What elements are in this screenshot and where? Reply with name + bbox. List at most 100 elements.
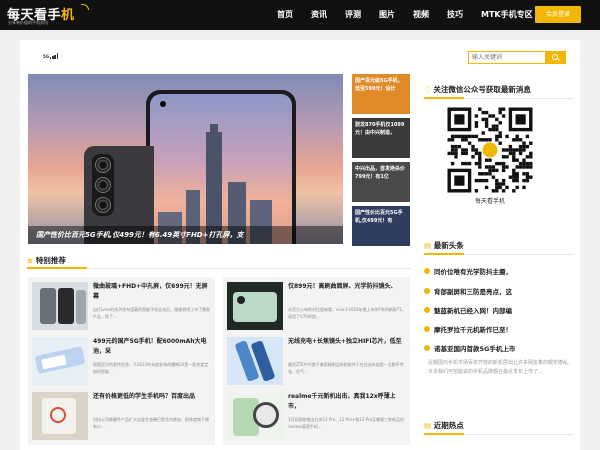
card-title[interactable]: realme千元新机出击，真我12x呼薄上市， (288, 392, 406, 412)
search-icon-handle (557, 58, 560, 62)
phone-screen (150, 94, 292, 244)
qr-label: 每天看手机 (475, 197, 505, 205)
wechat-title-text: 关注微信公众号获取最新消息 (433, 85, 531, 94)
headline-text[interactable]: 背部副屏和三防是亮点，这 (434, 286, 512, 296)
headline-text[interactable]: 同价位唯有光学防抖主摄， (434, 266, 512, 276)
headline-text[interactable]: 魅蓝新机已经入网！内部编 (434, 305, 512, 315)
camera-ring-icon (50, 407, 66, 423)
hero-side-item[interactable]: 国产性价比百元5G手机,仅499元！有 (352, 206, 410, 246)
headline-item[interactable]: 魅蓝新机已经入网！内部编 (424, 304, 574, 316)
headline-item[interactable]: 诺基亚国内首款5G手机上市 (424, 342, 574, 354)
section-underline (424, 433, 464, 435)
camera-lens-icon (95, 157, 111, 173)
nav-item-tips[interactable]: 技巧 (438, 0, 472, 30)
phone-shape (58, 288, 74, 324)
signal-badge: 5G (43, 53, 59, 59)
card-description: 1月初刚刚推出红米12 Pro、12 Pro+和12 Pro至尊版三款新品的re… (288, 417, 405, 429)
card-title[interactable]: 仅899元！高刷曲面屏、光学防抖镜头、 (288, 282, 406, 302)
hero-side-item[interactable]: 国产百元级5G手机，低至599元！设计 (352, 74, 410, 114)
recommend-card[interactable]: 无线充电+长焦镜头+独立HIFI芯片，低至 最优ZTE中兴旗下拿家精制品所相给件… (223, 332, 410, 390)
camera-lens-icon (253, 402, 279, 428)
headline-text[interactable]: 摩托罗拉千元机新作已至！ (434, 324, 512, 334)
hero-side-item[interactable]: 骁龙870手机仅1099元！由中兴制造， (352, 118, 410, 158)
bullet-icon (424, 326, 430, 332)
nav-item-mtk[interactable]: MTK手机专区 (472, 0, 542, 30)
headline-item[interactable]: 摩托罗拉千元机新作已至！ (424, 323, 574, 335)
section-underline (27, 267, 87, 269)
card-thumbnail (227, 282, 283, 330)
recommend-section-title: ≋ 特别推荐 (27, 255, 66, 266)
headlines-section-title: ▤ 最新头条 (424, 240, 464, 251)
search-input[interactable] (468, 51, 546, 64)
camera-lens-icon (95, 197, 111, 213)
site-header: 每天看手机 分享有价值的手机资讯 首页 资讯 评测 图片 视频 技巧 MTK手机… (0, 0, 600, 30)
signal-bar-icon (54, 54, 56, 59)
card-title[interactable]: 还有价格更低的学生手机吗？百度出品 (93, 392, 211, 412)
nav-item-news[interactable]: 资讯 (302, 0, 336, 30)
signal-bar-icon (49, 57, 52, 59)
phone-shape (76, 290, 86, 324)
card-thumbnail (227, 392, 283, 440)
wifi-icon: ≋ (27, 256, 34, 265)
heart-icon: ♡ (424, 85, 431, 94)
hero-side-item[interactable]: 中兴出品，首发绝杀价799元！有1亿 (352, 162, 410, 202)
nav-item-review[interactable]: 评测 (336, 0, 370, 30)
card-title[interactable]: 499元的国产5G手机！配6000mAh大电池，采 (93, 337, 211, 357)
recommend-card[interactable]: 499元的国产5G手机！配6000mAh大电池，采 搜狐官方的宣传信息，于202… (28, 332, 215, 390)
nav-item-video[interactable]: 视频 (404, 0, 438, 30)
wechat-qr-code: 每天看手机 (445, 105, 535, 221)
nav-item-images[interactable]: 图片 (370, 0, 404, 30)
recommend-card[interactable]: realme千元新机出击，真我12x呼薄上市， 1月初刚刚推出红米12 Pro、… (223, 387, 410, 445)
signal-bar-icon (52, 56, 54, 59)
skyscraper-shape (210, 124, 218, 134)
bullet-icon (424, 307, 430, 313)
card-thumbnail (32, 392, 88, 440)
card-description: 科技公司做硬件产品扩大自身生态圈已是业内常态，前阵度旗下便有小... (93, 417, 209, 429)
phone-front-image (146, 90, 296, 244)
logo-tagline: 分享有价值的手机资讯 (8, 20, 48, 25)
signal-bar-icon (56, 53, 59, 59)
signal-label: 5G (43, 54, 50, 59)
qr-code-image: 每天看手机 (447, 107, 533, 205)
bullet-icon (424, 268, 430, 274)
card-title[interactable]: 微曲玻璃+FHD+中孔屏，仅699元！无屏幕 (93, 282, 211, 302)
logo-text-accent: 机 (61, 8, 75, 23)
hot-section-title: ▤ 近期热点 (424, 420, 464, 431)
headline-text[interactable]: 诺基亚国内首款5G手机上市 (434, 343, 515, 353)
punch-hole-camera (160, 101, 166, 107)
bullet-icon (424, 345, 430, 351)
wechat-section-title: ♡ 关注微信公众号获取最新消息 (424, 84, 531, 95)
card-description: 搜狐官方的宣传信息，于2023年年底发布的播映20是一款夹爱定取的智能... (93, 362, 209, 374)
wifi-icon (81, 4, 89, 10)
card-thumbnail (227, 337, 283, 385)
card-description: 最优ZTE中兴旗下拿家精制品所相给件于在过去年前是一点都不夸张，在气... (288, 362, 404, 374)
bullet-icon (424, 288, 430, 294)
doc-icon: ▤ (424, 241, 432, 250)
card-thumbnail (32, 282, 88, 330)
card-description: 自打Lens的系列发布搭载的智能手机业务后，随便就续上市了数款产品，除了... (93, 307, 211, 319)
headlines-title-text: 最新头条 (433, 241, 464, 250)
nav-item-home[interactable]: 首页 (268, 0, 302, 30)
phone-shape (40, 288, 56, 324)
main-nav: 首页 资讯 评测 图片 视频 技巧 MTK手机专区 (268, 0, 542, 30)
qr-logo-icon (482, 142, 498, 158)
hero-slide[interactable]: 国产性价比百元5G手机,仅499元！有6.49英寸FHD+打孔屏，支 (28, 74, 343, 244)
recommend-card[interactable]: 还有价格更低的学生手机吗？百度出品 科技公司做硬件产品扩大自身生态圈已是业内常态… (28, 387, 215, 445)
camera-module (92, 154, 114, 216)
camera-lens-icon (237, 296, 245, 304)
card-title[interactable]: 无线充电+长焦镜头+独立HIFI芯片，低至 (288, 337, 406, 357)
recommend-card[interactable]: 仅899元！高刷曲面屏、光学防抖镜头、 从官方公布的对比图来看，vivo于202… (223, 277, 410, 335)
login-button[interactable]: 会员登录 (535, 6, 581, 23)
doc-icon: ▤ (424, 421, 432, 430)
hot-title-text: 近期热点 (433, 421, 464, 430)
headline-item[interactable]: 背部副屏和三防是亮点，这 (424, 285, 574, 297)
hero-caption[interactable]: 国产性价比百元5G手机,仅499元！有6.49英寸FHD+打孔屏，支 (28, 226, 343, 244)
search-button[interactable] (546, 51, 566, 64)
recommend-title-text: 特别推荐 (35, 256, 66, 265)
site-logo[interactable]: 每天看手机 分享有价值的手机资讯 (7, 3, 89, 27)
headline-item[interactable]: 同价位唯有光学防抖主摄， (424, 265, 574, 277)
headline-summary: 近期国内手机市场百花齐放的新机层出让许多网友着的眼花缭乱，许多我们可拍能说的手机… (428, 360, 574, 375)
card-thumbnail (32, 337, 88, 385)
recommend-card[interactable]: 微曲玻璃+FHD+中孔屏，仅699元！无屏幕 自打Lens的系列发布搭载的智能手… (28, 277, 215, 335)
card-description: 从官方公布的对比图来看，vivo于2023年推上市的Y系列新款T1，采用了V70… (288, 307, 406, 319)
